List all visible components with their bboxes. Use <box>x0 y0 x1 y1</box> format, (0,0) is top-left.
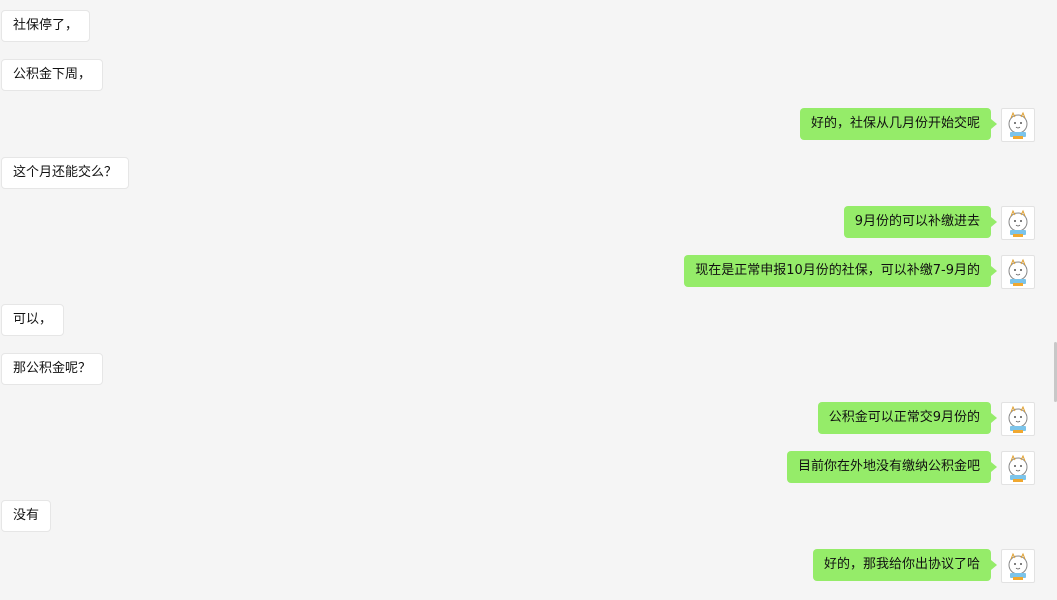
cartoon-cat-avatar-icon[interactable] <box>1001 206 1035 240</box>
incoming-message-bubble[interactable]: 这个月还能交么？ <box>1 157 130 189</box>
incoming-message-bubble[interactable]: 没有 <box>1 500 52 532</box>
incoming-message-bubble[interactable]: 公积金下周， <box>1 59 104 91</box>
incoming-message-bubble[interactable]: 可以， <box>1 304 65 336</box>
cartoon-cat-avatar-icon[interactable] <box>1001 108 1035 142</box>
outgoing-message-bubble[interactable]: 现在是正常申报10月份的社保，可以补缴7-9月的 <box>684 255 997 287</box>
cartoon-cat-avatar-icon[interactable] <box>1001 451 1035 485</box>
outgoing-message: 公积金可以正常交9月份的 <box>0 402 1057 436</box>
outgoing-message: 好的，社保从几月份开始交呢 <box>0 108 1057 142</box>
cartoon-cat-avatar-icon[interactable] <box>1001 549 1035 583</box>
cartoon-cat-avatar-icon[interactable] <box>1001 402 1035 436</box>
outgoing-message: 目前你在外地没有缴纳公积金吧 <box>0 451 1057 485</box>
outgoing-message: 好的，那我给你出协议了哈 <box>0 549 1057 583</box>
incoming-message-bubble[interactable]: 那公积金呢？ <box>1 353 104 385</box>
incoming-message: 公积金下周， <box>0 59 1057 93</box>
outgoing-message: 9月份的可以补缴进去 <box>0 206 1057 240</box>
outgoing-message-bubble[interactable]: 目前你在外地没有缴纳公积金吧 <box>786 451 998 483</box>
chat-message-list[interactable]: 社保停了， 公积金下周， 好的，社保从几月份开始交呢 这个月还能交么？ 9月份的… <box>0 0 1057 600</box>
outgoing-message-bubble[interactable]: 好的，那我给你出协议了哈 <box>812 549 998 581</box>
incoming-message-bubble[interactable]: 社保停了， <box>1 10 91 42</box>
incoming-message: 没有 <box>0 500 1057 534</box>
incoming-message: 那公积金呢？ <box>0 353 1057 387</box>
incoming-message: 社保停了， <box>0 10 1057 44</box>
incoming-message: 这个月还能交么？ <box>0 157 1057 191</box>
outgoing-message-bubble[interactable]: 公积金可以正常交9月份的 <box>817 402 998 434</box>
outgoing-message-bubble[interactable]: 好的，社保从几月份开始交呢 <box>799 108 998 140</box>
outgoing-message-bubble[interactable]: 9月份的可以补缴进去 <box>843 206 998 238</box>
outgoing-message: 现在是正常申报10月份的社保，可以补缴7-9月的 <box>0 255 1057 289</box>
incoming-message: 可以， <box>0 304 1057 338</box>
cartoon-cat-avatar-icon[interactable] <box>1001 255 1035 289</box>
